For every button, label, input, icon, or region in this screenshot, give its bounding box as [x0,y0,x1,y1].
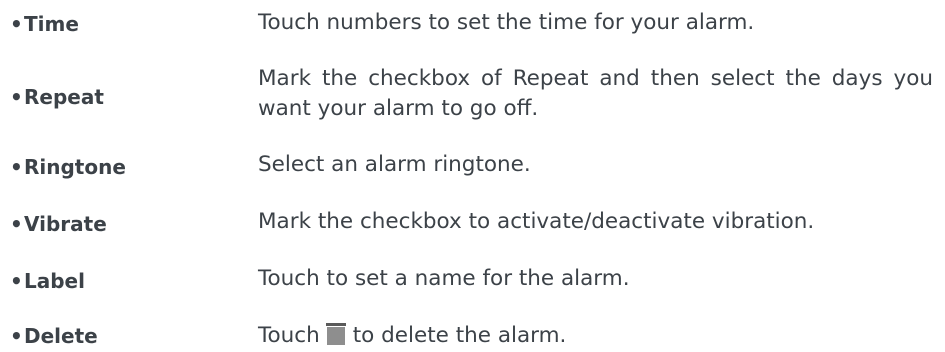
bullet: • [10,12,23,36]
term-label: •Vibrate [10,212,107,236]
term-vibrate: Vibrate [24,212,107,236]
bullet: • [10,269,23,293]
description-delete-before: Touch [258,323,320,348]
term-label: •Delete [10,324,98,348]
description-delete: Touch to delete the alarm. [258,321,933,351]
term-label: •Time [10,12,79,36]
term-delete: Delete [24,324,98,348]
term-label: •Repeat [10,85,104,109]
term-label: •Ringtone [10,155,126,179]
description-label: Touch to set a name for the alarm. [258,266,630,291]
description-repeat: Mark the checkbox of Repeat and then sel… [258,66,933,121]
description-delete-after: to delete the alarm. [352,323,567,348]
description-time: Touch numbers to set the time for your a… [258,10,755,35]
term-ringtone: Ringtone [24,155,126,179]
bullet: • [10,212,23,236]
term-label-text: Label [24,269,85,293]
description-vibrate: Mark the checkbox to activate/deactivate… [258,209,815,234]
description-ringtone: Select an alarm ringtone. [258,152,531,177]
term-label: •Label [10,269,85,293]
bullet: • [10,155,23,179]
bullet: • [10,324,23,348]
term-time: Time [24,12,79,36]
trash-icon [325,323,346,345]
bullet: • [10,85,23,109]
term-repeat: Repeat [24,85,104,109]
